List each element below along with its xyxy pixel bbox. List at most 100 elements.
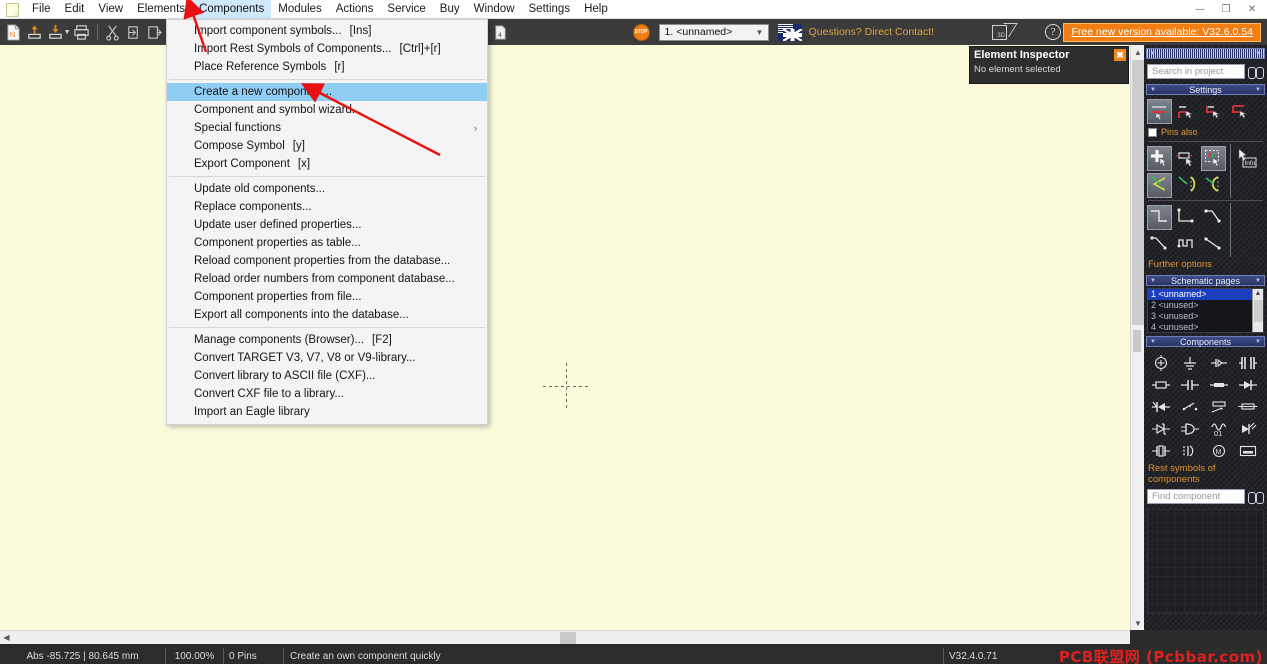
close-button[interactable]: ✕ [1239, 0, 1265, 19]
route-line-tool[interactable] [1201, 232, 1226, 257]
panel-title-strip[interactable]: ▼ ▼ [1146, 48, 1265, 59]
relay-symbol[interactable] [1177, 441, 1203, 461]
menu-elements[interactable]: Elements [130, 0, 192, 19]
menu-item-export-component[interactable]: Export Component [x] [167, 155, 487, 173]
thyristor-symbol[interactable] [1148, 397, 1174, 417]
language-flag-icon[interactable] [778, 23, 802, 41]
resistor-symbol[interactable] [1148, 375, 1174, 395]
transformer-symbol[interactable] [1235, 353, 1261, 373]
pin-top-tool[interactable] [1174, 99, 1199, 124]
route-slope-tool[interactable] [1147, 232, 1172, 257]
pages-menu-icon[interactable]: ▼ [1255, 278, 1261, 284]
diode-symbol[interactable] [1235, 375, 1261, 395]
menu-item-export-all-components[interactable]: Export all components into the database.… [167, 306, 487, 324]
menu-item-reload-order-numbers[interactable]: Reload order numbers from component data… [167, 270, 487, 288]
route-zigzag-tool[interactable] [1174, 232, 1199, 257]
minimize-button[interactable]: — [1187, 0, 1213, 19]
menu-item-component-properties-as-table[interactable]: Component properties as table... [167, 234, 487, 252]
select-area-tool[interactable] [1201, 146, 1226, 171]
cut-icon[interactable] [103, 21, 122, 43]
menu-item-create-a-new-component[interactable]: Create a new component... [167, 83, 487, 101]
info-tool[interactable]: Info [1234, 146, 1259, 171]
current-source-symbol[interactable] [1148, 353, 1174, 373]
menu-view[interactable]: View [91, 0, 130, 19]
menu-actions[interactable]: Actions [329, 0, 381, 19]
angle-arc-tool[interactable] [1174, 173, 1199, 198]
route-step-tool[interactable] [1174, 205, 1199, 230]
list-item[interactable]: 3 <unused> [1148, 311, 1263, 322]
list-item[interactable]: 4 <unused> [1148, 322, 1263, 332]
menu-modules[interactable]: Modules [271, 0, 328, 19]
horizontal-scroll-thumb[interactable] [560, 632, 576, 644]
pin-right-tool[interactable] [1201, 99, 1226, 124]
menu-edit[interactable]: Edit [58, 0, 92, 19]
pin-left-tool[interactable] [1147, 99, 1172, 124]
motor-symbol[interactable]: M [1206, 441, 1232, 461]
scroll-down-icon[interactable]: ▼ [1131, 616, 1145, 630]
section-header-components[interactable]: ▼ Components ▼ [1146, 336, 1265, 347]
copy-icon[interactable] [124, 21, 143, 43]
save-dropdown-caret-icon[interactable]: ▼ [64, 29, 71, 36]
rest-symbols-label[interactable]: Rest symbols of components [1144, 461, 1267, 487]
panel-collapse-icon[interactable]: ▼ [1150, 51, 1156, 57]
crystal-symbol[interactable] [1148, 441, 1174, 461]
oscillator-symbol[interactable]: 01 [1206, 419, 1232, 439]
menu-item-reload-component-properties[interactable]: Reload component properties from the dat… [167, 252, 487, 270]
paste-icon[interactable] [145, 21, 164, 43]
help-icon[interactable]: ? [1044, 21, 1063, 43]
switch-symbol[interactable] [1177, 397, 1203, 417]
connector-symbol[interactable] [1206, 353, 1232, 373]
menu-item-component-properties-from-file[interactable]: Component properties from file... [167, 288, 487, 306]
print-icon[interactable] [72, 21, 91, 43]
route-corner-tool[interactable] [1147, 205, 1172, 230]
pins-also-checkbox[interactable] [1148, 127, 1157, 137]
scroll-left-icon[interactable]: ◀ [0, 631, 13, 644]
zener-diode-symbol[interactable] [1148, 419, 1174, 439]
open-project-icon[interactable] [25, 21, 44, 43]
scroll-up-icon[interactable]: ▲ [1131, 45, 1145, 59]
menu-buy[interactable]: Buy [433, 0, 467, 19]
components-collapse-icon[interactable]: ▼ [1150, 339, 1156, 345]
capacitor-symbol[interactable] [1177, 375, 1203, 395]
ground-symbol[interactable] [1177, 353, 1203, 373]
menu-item-manage-components-browser[interactable]: Manage components (Browser)... [F2] [167, 331, 487, 349]
settings-collapse-icon[interactable]: ▼ [1150, 87, 1156, 93]
find-component-input[interactable]: Find component [1147, 489, 1245, 504]
binoculars-search-icon[interactable] [1248, 65, 1264, 79]
menu-window[interactable]: Window [467, 0, 522, 19]
new-version-badge[interactable]: Free new version available: V32.6.0.54 [1063, 22, 1261, 42]
canvas-horizontal-scrollbar[interactable]: ◀ [0, 630, 1130, 644]
led-symbol[interactable] [1235, 419, 1261, 439]
pages-scroll-up-icon[interactable]: ▲ [1253, 289, 1263, 299]
components-menu-icon[interactable]: ▼ [1255, 339, 1261, 345]
menu-components[interactable]: Components [192, 0, 272, 19]
list-item[interactable]: 2 <unused> [1148, 300, 1263, 311]
angle-sharp-tool[interactable] [1147, 173, 1172, 198]
pins-also-checkbox-row[interactable]: Pins also [1144, 124, 1267, 139]
menu-item-special-functions[interactable]: Special functions › [167, 119, 487, 137]
menu-item-convert-target-library[interactable]: Convert TARGET V3, V7, V8 or V9-library.… [167, 349, 487, 367]
stop-icon[interactable]: STOP [632, 21, 651, 43]
pages-scroll-thumb[interactable] [1254, 300, 1263, 322]
page-selector[interactable]: 1. <unnamed> ▼ [658, 23, 770, 41]
vertical-scroll-thumb[interactable] [1132, 60, 1144, 325]
menu-item-replace-components[interactable]: Replace components... [167, 198, 487, 216]
close-icon[interactable]: ✖ [1114, 49, 1126, 61]
menu-item-update-old-components[interactable]: Update old components... [167, 180, 487, 198]
menu-item-convert-cxf-to-library[interactable]: Convert CXF file to a library... [167, 385, 487, 403]
fuse-symbol[interactable] [1235, 397, 1261, 417]
settings-menu-icon[interactable]: ▼ [1255, 87, 1261, 93]
menu-item-place-reference-symbols[interactable]: Place Reference Symbols [r] [167, 58, 487, 76]
menu-help[interactable]: Help [577, 0, 615, 19]
display-symbol[interactable] [1235, 441, 1261, 461]
panel-menu-icon[interactable]: ▼ [1255, 51, 1261, 57]
schematic-pages-list[interactable]: 1 <unnamed> 2 <unused> 3 <unused> 4 <unu… [1147, 288, 1264, 333]
menu-service[interactable]: Service [380, 0, 432, 19]
menu-file[interactable]: File [25, 0, 58, 19]
add-element-tool[interactable] [1147, 146, 1172, 171]
section-header-schematic-pages[interactable]: ▼ Schematic pages ▼ [1146, 275, 1265, 286]
search-input[interactable]: Search in project [1147, 64, 1245, 79]
panel-splitter-handle[interactable] [1133, 330, 1141, 352]
further-options-link[interactable]: Further options [1144, 257, 1267, 272]
binoculars-find-icon[interactable] [1248, 490, 1264, 504]
